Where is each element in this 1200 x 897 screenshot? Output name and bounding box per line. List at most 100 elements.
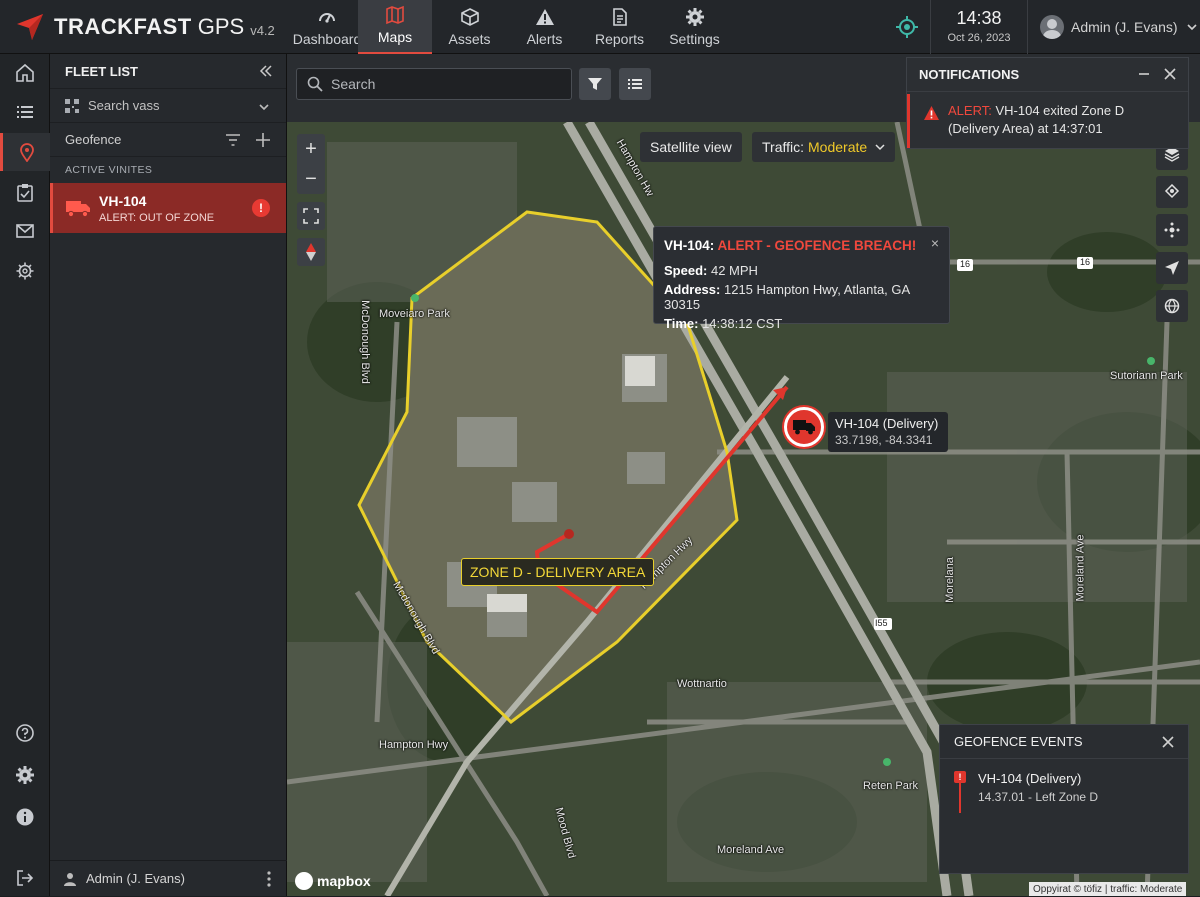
clock-time: 14:38	[956, 8, 1002, 28]
fleet-title: FLEET LIST	[65, 63, 138, 79]
chevron-down-icon	[875, 144, 885, 151]
truck-icon	[66, 201, 90, 218]
user-name: Admin (J. Evans)	[1071, 19, 1178, 35]
active-vehicles-label: ACTIVE VINITES	[65, 164, 153, 176]
vehicle-marker-name: VH-104 (Delivery)	[835, 416, 939, 431]
close-icon[interactable]	[1164, 68, 1176, 80]
close-icon[interactable]	[1162, 736, 1174, 748]
traffic-label: Traffic:	[762, 139, 805, 155]
globe-button[interactable]	[1156, 290, 1188, 322]
clipboard-icon	[17, 184, 33, 202]
event-detail: 14.37.01 - Left Zone D	[978, 790, 1099, 804]
brand-suffix: GPS	[197, 14, 245, 39]
nav-alerts-label: Alerts	[526, 31, 563, 47]
popup-address: Address: 1215 Hampton Hwy, Atlanta, GA 3…	[664, 282, 939, 312]
gps-target-icon[interactable]	[894, 14, 920, 40]
event-vehicle: VH-104 (Delivery)	[978, 771, 1082, 786]
map-right-toolbar	[1156, 138, 1192, 328]
main-nav: Dashboard Maps Assets Alerts Reports Set…	[293, 0, 732, 54]
filter-button[interactable]	[579, 68, 611, 100]
dashboard-icon	[319, 13, 335, 23]
help-icon	[16, 724, 34, 742]
vehicle-status: ALERT: OUT OF ZONE	[99, 211, 215, 224]
park-label: Sutoriann Park	[1110, 370, 1183, 382]
map-icon	[386, 5, 404, 25]
user-menu[interactable]: Admin (J. Evans)	[1040, 12, 1198, 42]
traffic-dropdown[interactable]: Traffic: Moderate	[752, 132, 896, 162]
park-label: Reten Park	[863, 780, 919, 792]
rail-preferences[interactable]	[0, 756, 50, 794]
geofence-row[interactable]: Geofence	[50, 123, 286, 157]
nav-dashboard[interactable]: Dashboard	[293, 0, 361, 54]
info-icon	[16, 808, 34, 826]
vehicle-marker[interactable]	[784, 407, 824, 447]
list-view-button[interactable]	[619, 68, 651, 100]
popup-title: VH-104: ALERT - GEOFENCE BREACH!	[664, 238, 939, 253]
timeline-stem	[959, 783, 961, 813]
street-label: Moreland Ave	[1074, 534, 1087, 602]
filter-lines-icon[interactable]	[225, 133, 241, 147]
document-icon	[612, 8, 627, 26]
chevron-down-icon	[1187, 24, 1197, 31]
map-attribution[interactable]: Oppyirat © töfiz | traffic: Moderate	[1029, 882, 1187, 896]
nav-alerts[interactable]: Alerts	[507, 0, 582, 54]
rail-map-pin[interactable]	[0, 133, 50, 171]
map-search-input[interactable]: Search	[296, 68, 572, 100]
brand[interactable]: TRACKFAST GPS v4.2	[14, 10, 275, 44]
geofence-events-panel: GEOFENCE EVENTS ! VH-104 (Delivery) 14.3…	[939, 724, 1189, 874]
rail-clipboard[interactable]	[0, 173, 50, 211]
globe-icon	[1164, 298, 1180, 314]
nav-settings[interactable]: Settings	[657, 0, 732, 54]
fleet-footer-user[interactable]: Admin (J. Evans)	[50, 860, 287, 896]
nav-reports-label: Reports	[594, 31, 645, 47]
close-icon[interactable]: ×	[931, 235, 939, 251]
vehicle-coordinates: 33.7198, -84.3341	[835, 433, 933, 447]
search-icon	[307, 76, 323, 92]
icon-rail	[0, 54, 50, 896]
add-icon[interactable]	[255, 132, 271, 148]
rail-info[interactable]	[0, 798, 50, 836]
mapbox-logo: mapbox	[295, 872, 371, 890]
clock-date: Oct 26, 2023	[947, 32, 1011, 44]
fleet-panel: FLEET LIST Search vass Geofence ACTIVE V…	[50, 54, 287, 896]
rail-help[interactable]	[0, 714, 50, 752]
collapse-panel-icon[interactable]	[258, 63, 274, 79]
zone-tool-button[interactable]	[1156, 176, 1188, 208]
zoom-in-button[interactable]: +	[297, 134, 325, 164]
notification-prefix: ALERT:	[948, 103, 992, 118]
rail-list[interactable]	[0, 93, 50, 131]
vehicle-search-dropdown[interactable]: Search vass	[50, 88, 286, 123]
nav-maps-label: Maps	[377, 29, 413, 45]
vehicle-list-item[interactable]: VH-104 ALERT: OUT OF ZONE !	[50, 183, 286, 233]
qr-code-icon	[65, 98, 79, 113]
filter-icon	[588, 78, 602, 90]
nav-dashboard-label: Dashboard	[292, 31, 362, 47]
nav-reports[interactable]: Reports	[582, 0, 657, 54]
more-vertical-icon[interactable]	[267, 871, 271, 887]
geofence-zone-label[interactable]: ZONE D - DELIVERY AREA	[461, 558, 655, 586]
rail-home[interactable]	[0, 54, 50, 92]
compass-button[interactable]	[297, 238, 325, 266]
fit-bounds-button[interactable]	[297, 202, 325, 230]
nav-maps[interactable]: Maps	[358, 0, 432, 54]
notification-item[interactable]: ALERT: VH-104 exited Zone D (Delivery Ar…	[907, 94, 1188, 148]
cluster-button[interactable]	[1156, 214, 1188, 246]
satellite-view-button[interactable]: Satellite view	[640, 132, 742, 162]
logout-icon	[17, 870, 34, 886]
rail-settings[interactable]	[0, 252, 50, 290]
map-search-placeholder: Search	[331, 76, 376, 92]
locate-button[interactable]	[1156, 252, 1188, 284]
zoom-out-button[interactable]: −	[297, 164, 325, 194]
minimize-icon[interactable]	[1138, 68, 1150, 80]
box-icon	[460, 8, 479, 26]
geofence-events-header: GEOFENCE EVENTS	[940, 725, 1188, 759]
rail-mail[interactable]	[0, 212, 50, 250]
geofence-event-item[interactable]: ! VH-104 (Delivery) 14.37.01 - Left Zone…	[954, 771, 1184, 817]
route-shield-label: 16	[1080, 257, 1091, 267]
rail-logout[interactable]	[0, 859, 50, 897]
vehicle-alert-popup: VH-104: ALERT - GEOFENCE BREACH! Speed: …	[653, 226, 950, 331]
nav-assets[interactable]: Assets	[432, 0, 507, 54]
route-shield-label: I55	[875, 618, 888, 628]
traffic-level: Moderate	[808, 139, 868, 155]
geofence-pin-icon	[1164, 184, 1180, 199]
